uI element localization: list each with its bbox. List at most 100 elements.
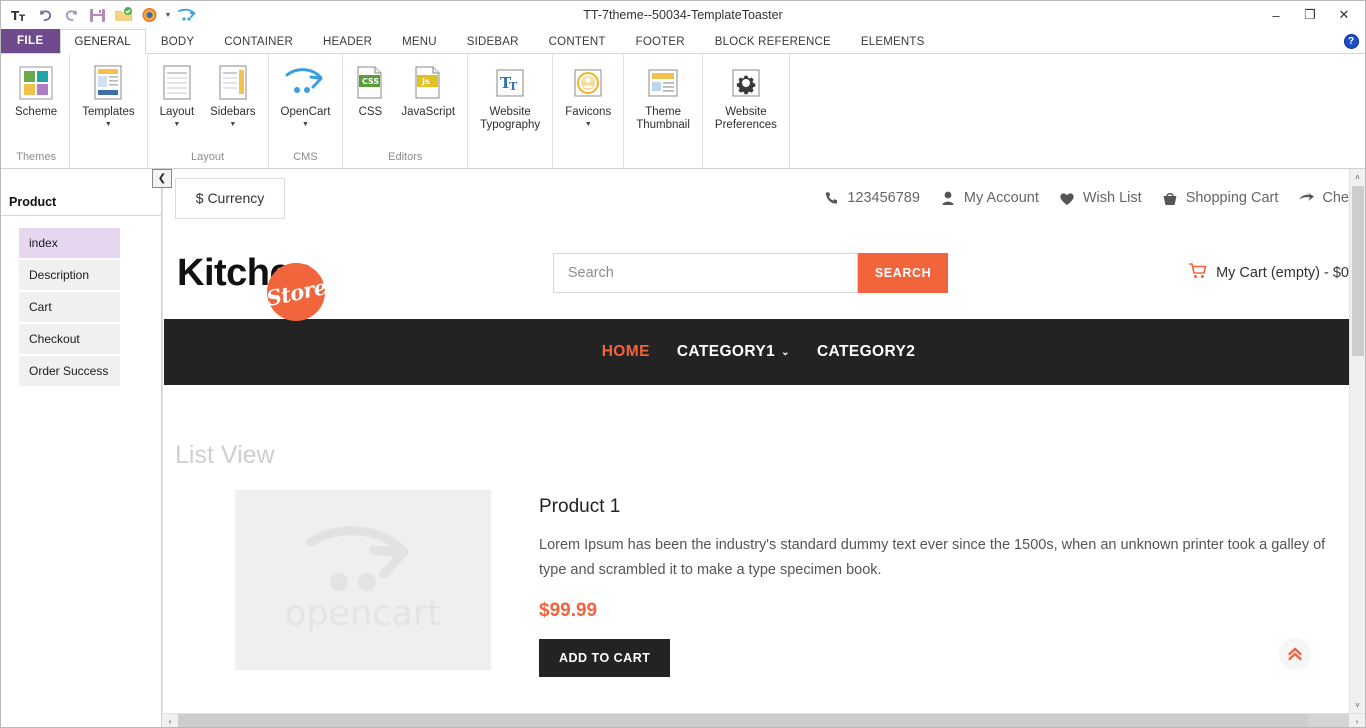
templates-label: Templates [82, 106, 135, 118]
sidebar-item-description[interactable]: Description [19, 260, 120, 290]
tab-elements[interactable]: ELEMENTS [846, 29, 940, 53]
thumbnail-icon [646, 63, 680, 103]
topnav-my-account[interactable]: My Account [940, 190, 1039, 207]
save-icon[interactable] [85, 3, 109, 27]
tab-general[interactable]: GENERAL [59, 29, 146, 54]
layout-button[interactable]: Layout ▼ [152, 60, 203, 132]
user-icon [940, 190, 957, 207]
scroll-to-top-button[interactable] [1279, 638, 1311, 670]
svg-text:CSS: CSS [362, 77, 379, 86]
product-description: Lorem Ipsum has been the industry's stan… [539, 537, 1326, 578]
tab-header[interactable]: HEADER [308, 29, 387, 53]
chevron-down-icon[interactable]: ▼ [173, 121, 180, 129]
sidebar-item-cart[interactable]: Cart [19, 292, 120, 322]
scroll-down-button[interactable]: ˅ [1349, 697, 1365, 713]
scroll-up-button[interactable]: ˄ [1349, 169, 1365, 185]
scroll-left-button[interactable]: ‹ [162, 714, 178, 728]
maximize-restore-button[interactable]: ❐ [1293, 2, 1327, 28]
vertical-scroll-thumb[interactable] [1352, 186, 1364, 356]
sidebars-label: Sidebars [210, 106, 256, 118]
title-bar: TT ▼ TT-7theme--50034-TemplateToaster – … [1, 1, 1365, 29]
gear-icon [731, 63, 761, 103]
js-file-icon: Js [413, 63, 443, 103]
favicons-button[interactable]: Favicons ▼ [557, 60, 619, 132]
search-input[interactable] [552, 253, 858, 293]
css-button[interactable]: CSS CSS [347, 60, 393, 122]
sidebars-button[interactable]: Sidebars ▼ [202, 60, 263, 132]
preview-browser-icon[interactable] [137, 3, 161, 27]
nav-item-category2[interactable]: CATEGORY2 [817, 343, 915, 361]
undo-icon[interactable] [33, 3, 57, 27]
topnav-phone-label: 123456789 [847, 190, 920, 206]
horizontal-scroll-thumb[interactable] [178, 713, 1308, 727]
nav-item-home[interactable]: HOME [602, 343, 650, 361]
collapse-panel-button[interactable]: ❮ [152, 169, 172, 188]
logo-badge: Store [264, 263, 328, 321]
tab-menu[interactable]: MENU [387, 29, 452, 53]
theme-thumbnail-button[interactable]: Theme Thumbnail [628, 60, 698, 135]
javascript-button[interactable]: Js JavaScript [393, 60, 463, 122]
templates-button[interactable]: Templates ▼ [74, 60, 142, 132]
website-preferences-button[interactable]: Website Preferences [707, 60, 785, 135]
opencart-placeholder-icon: opencart [284, 526, 441, 634]
currency-button[interactable]: $ Currency [175, 177, 285, 219]
horizontal-scroll-track[interactable] [178, 713, 1349, 727]
nav-item-category1[interactable]: CATEGORY1 ⌄ [677, 343, 790, 361]
topnav-checkout[interactable]: Che [1298, 190, 1349, 207]
product-title[interactable]: Product 1 [539, 496, 1353, 518]
chevron-down-icon[interactable]: ▼ [105, 121, 112, 129]
scheme-button[interactable]: Scheme [7, 60, 65, 122]
ribbon-group-favicons-label [557, 164, 619, 168]
ribbon-group-preferences: Website Preferences [703, 54, 790, 168]
opencart-button[interactable]: OpenCart ▼ [273, 60, 339, 132]
ribbon-group-cms: OpenCart ▼ CMS [269, 54, 344, 168]
tab-content[interactable]: CONTENT [534, 29, 621, 53]
css-file-icon: CSS [355, 63, 385, 103]
preview-horizontal-scrollbar[interactable]: ‹ › [162, 713, 1365, 728]
chevron-down-icon[interactable]: ▼ [585, 121, 592, 129]
website-typography-button[interactable]: TT Website Typography [472, 60, 548, 135]
font-size-icon[interactable]: TT [7, 3, 31, 27]
export-folder-icon[interactable] [111, 3, 135, 27]
site-topbar: $ Currency 123456789 My Account Wish Lis… [163, 169, 1353, 227]
topnav-shopping-cart[interactable]: Shopping Cart [1162, 190, 1278, 207]
mini-cart-label: My Cart (empty) - $0 [1216, 265, 1349, 281]
publish-cart-icon[interactable] [175, 3, 199, 27]
site-content: List View opencart Product 1 Lorem Ipsum… [163, 385, 1353, 677]
search-button[interactable]: SEARCH [857, 253, 949, 293]
chevron-down-icon[interactable]: ▼ [229, 121, 236, 129]
topnav-wish-list[interactable]: Wish List [1059, 190, 1142, 207]
website-preferences-label: Website Preferences [714, 106, 777, 131]
tab-body[interactable]: BODY [146, 29, 209, 53]
close-button[interactable]: ✕ [1327, 2, 1361, 28]
tab-footer[interactable]: FOOTER [621, 29, 700, 53]
mini-cart[interactable]: My Cart (empty) - $0 [1188, 262, 1353, 284]
scroll-right-button[interactable]: › [1349, 714, 1365, 728]
chevron-down-icon[interactable]: ▼ [163, 12, 173, 19]
redo-icon[interactable] [59, 3, 83, 27]
topnav-wish-list-label: Wish List [1082, 190, 1142, 206]
product-image-placeholder[interactable]: opencart [235, 490, 491, 670]
preview-vertical-scrollbar[interactable]: ˄ ˅ [1349, 169, 1365, 713]
minimize-button[interactable]: – [1259, 2, 1293, 28]
tab-container[interactable]: CONTAINER [209, 29, 308, 53]
scheme-label: Scheme [15, 106, 58, 118]
help-icon: ? [1343, 33, 1359, 49]
tab-file[interactable]: FILE [1, 29, 60, 53]
tab-block-reference[interactable]: BLOCK REFERENCE [700, 29, 846, 53]
site-header: Kitchen Store SEARCH [163, 227, 1353, 321]
sidebar-item-index[interactable]: index [19, 228, 120, 258]
ribbon-group-editors: CSS CSS Js JavaScript Editors [343, 54, 469, 168]
tab-sidebar[interactable]: SIDEBAR [452, 29, 534, 53]
help-button[interactable]: ? [1337, 29, 1365, 53]
ribbon-panel: Scheme Themes Templates ▼ Layout ▼ Sideb… [1, 54, 1365, 169]
product-price: $99.99 [539, 600, 598, 621]
add-to-cart-button[interactable]: ADD TO CART [539, 639, 671, 677]
topnav-phone[interactable]: 123456789 [823, 190, 920, 207]
site-logo[interactable]: Kitchen Store [175, 238, 328, 321]
sidebar-item-order-success[interactable]: Order Success [19, 356, 120, 386]
ribbon-group-layout: Layout ▼ Sidebars ▼ Layout [148, 54, 269, 168]
sidebar-item-checkout[interactable]: Checkout [19, 324, 120, 354]
ribbon-group-thumbnail: Theme Thumbnail [624, 54, 703, 168]
chevron-down-icon[interactable]: ▼ [302, 121, 309, 129]
